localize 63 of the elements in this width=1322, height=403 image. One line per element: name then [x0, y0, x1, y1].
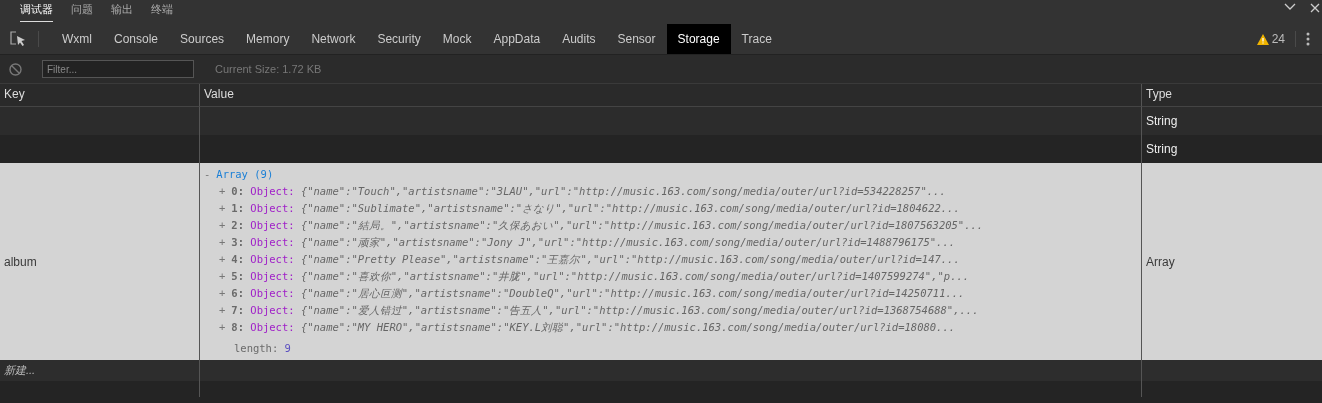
object-type: Object: — [250, 253, 295, 265]
type-cell: Array — [1142, 163, 1322, 360]
object-type: Object: — [250, 236, 295, 248]
array-index: 1: — [231, 202, 244, 214]
length-label: length: — [234, 342, 279, 354]
array-index: 3: — [231, 236, 244, 248]
devtools-tab[interactable]: Audits — [551, 24, 607, 54]
devtools-tab[interactable]: Mock — [431, 24, 483, 54]
devtools-tab[interactable]: Security — [366, 24, 432, 54]
inspect-icon[interactable] — [10, 31, 26, 47]
object-preview: {"name":"Sublimate","artistsname":"さなり","url":"http://music.163.com/song/media/outer/url?id=1804622... — [300, 202, 960, 214]
column-header[interactable]: Key — [4, 87, 25, 101]
array-index: 7: — [231, 304, 244, 316]
length-value: 9 — [284, 342, 291, 354]
object-preview: {"name":"居心叵测","artistsname":"DoubleQ","url":"http://music.163.com/song/media/outer/url?id=14250711... — [300, 287, 965, 299]
array-summary: Array (9) — [216, 168, 274, 180]
devtools-tab[interactable]: Storage — [666, 24, 731, 54]
array-index: 6: — [231, 287, 244, 299]
object-type: Object: — [250, 219, 295, 231]
object-preview: {"name":"喜欢你","artistsname":"井胧","url":"http://music.163.com/song/media/outer/url?id=1407599274","p... — [300, 270, 970, 282]
array-index: 2: — [231, 219, 244, 231]
array-index: 0: — [231, 185, 244, 197]
object-preview: {"name":"Pretty Please","artistsname":"王嘉尔","url":"http://music.163.com/song/media/outer/url?id=147... — [300, 253, 960, 265]
filter-field[interactable]: Filter... — [42, 60, 194, 78]
object-preview: {"name":"Touch","artistsname":"3LAU","url":"http://music.163.com/song/media/outer/url?id=534228257"... — [300, 185, 946, 197]
current-size: Current Size: 1.72 KB — [215, 63, 322, 75]
array-index: 8: — [231, 321, 244, 333]
close-icon[interactable] — [1310, 3, 1320, 13]
object-type: Object: — [250, 287, 295, 299]
type-cell: String — [1142, 107, 1322, 135]
object-type: Object: — [250, 321, 295, 333]
devtools-tab[interactable]: Trace — [730, 24, 783, 54]
devtools-tab[interactable]: Memory — [235, 24, 301, 54]
devtools-tab[interactable]: Sources — [169, 24, 236, 54]
devtools-tab[interactable]: Sensor — [606, 24, 667, 54]
array-index: 5: — [231, 270, 244, 282]
more-icon[interactable] — [1306, 32, 1310, 46]
object-preview: {"name":"爱人错过","artistsname":"告五人","url":"http://music.163.com/song/media/outer/url?id=1368754688",... — [300, 304, 979, 316]
warning-icon — [1256, 33, 1269, 45]
blurred-cell[interactable] — [0, 107, 200, 135]
panel-tab[interactable]: 终端 — [151, 2, 173, 22]
array-index: 4: — [231, 253, 244, 265]
devtools-tab[interactable]: AppData — [482, 24, 552, 54]
warning-count[interactable]: 24 — [1256, 24, 1295, 54]
key-cell[interactable]: album — [0, 163, 200, 360]
object-preview: {"name":"MY HERO","artistsname":"KEY.L刘聪","url":"http://music.163.com/song/media/outer/url?id=18080... — [300, 321, 956, 333]
new-entry[interactable]: 新建... — [4, 364, 36, 376]
chevron-down-icon[interactable] — [1284, 3, 1296, 11]
column-header[interactable]: Type — [1146, 87, 1172, 101]
devtools-tab[interactable]: Network — [300, 24, 367, 54]
clear-icon[interactable] — [9, 62, 22, 76]
panel-tab[interactable]: 问题 — [71, 2, 93, 22]
object-preview: {"name":"顽家","artistsname":"Jony J","url":"http://music.163.com/song/media/outer/url?id=1488796175"... — [300, 236, 956, 248]
panel-tab[interactable]: 输出 — [111, 2, 133, 22]
object-type: Object: — [250, 304, 295, 316]
object-type: Object: — [250, 185, 295, 197]
object-type: Object: — [250, 202, 295, 214]
object-preview: {"name":"結局。","artistsname":"久保あおい","url":"http://music.163.com/song/media/outer/url?id=1807563205"... — [300, 219, 984, 231]
panel-tab[interactable]: 调试器 — [20, 2, 53, 22]
devtools-tab[interactable]: Wxml — [51, 24, 103, 54]
column-header[interactable]: Value — [204, 87, 234, 101]
object-type: Object: — [250, 270, 295, 282]
devtools-tab[interactable]: Console — [103, 24, 170, 54]
